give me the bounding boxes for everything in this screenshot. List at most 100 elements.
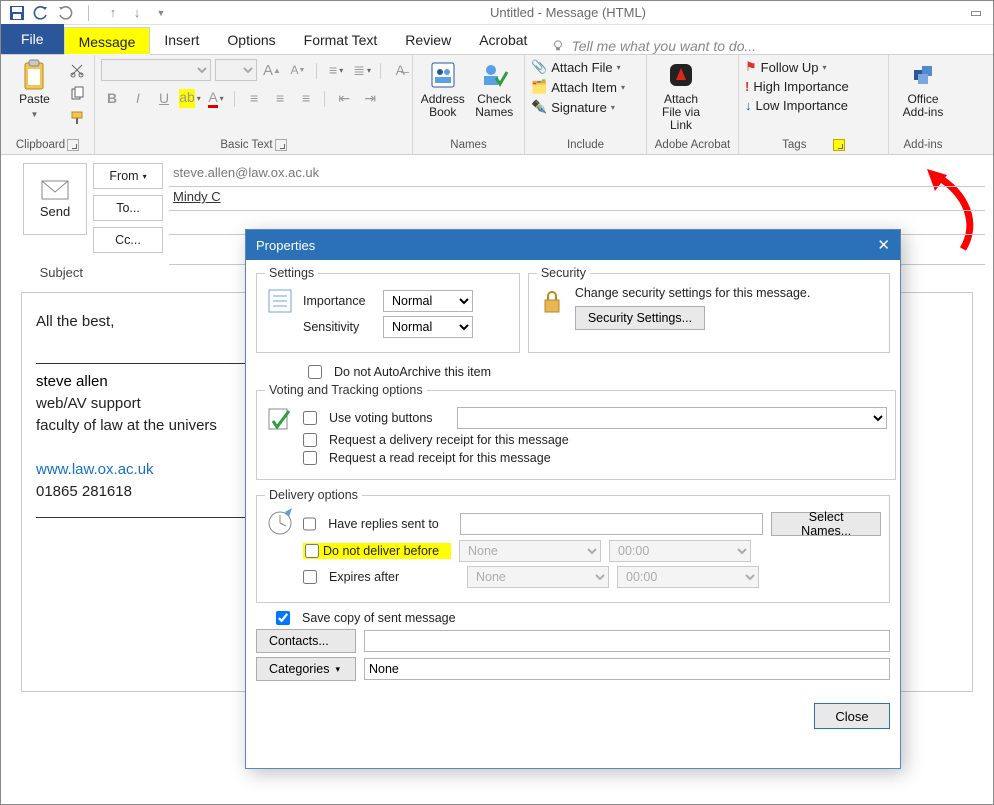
from-button[interactable]: From ▾ xyxy=(93,163,163,189)
clear-format-icon[interactable]: A̶ xyxy=(389,59,411,81)
security-legend: Security xyxy=(537,266,590,280)
tab-message[interactable]: Message xyxy=(64,27,151,55)
attach-via-link-label: Attach File via Link xyxy=(653,93,709,132)
office-addins-button[interactable]: Office Add-ins xyxy=(895,59,951,119)
low-importance-label: Low Importance xyxy=(756,98,849,113)
bullets-icon[interactable]: ≡ xyxy=(325,59,347,81)
names-group-label: Names xyxy=(419,138,518,152)
clock-icon xyxy=(265,508,295,538)
security-settings-button[interactable]: Security Settings... xyxy=(575,306,705,330)
highlight-icon[interactable]: ab xyxy=(179,87,201,109)
clipboard-dialog-launcher[interactable] xyxy=(67,139,79,151)
importance-label: Importance xyxy=(303,294,375,308)
decrease-indent-icon[interactable]: ⇤ xyxy=(333,87,355,109)
font-name-select[interactable] xyxy=(101,59,211,81)
align-left-icon[interactable]: ≡ xyxy=(243,87,265,109)
sig-url[interactable]: www.law.ox.ac.uk xyxy=(36,461,154,478)
voting-select[interactable] xyxy=(457,407,887,429)
window-help-icon[interactable]: ▭ xyxy=(964,2,988,24)
font-size-select[interactable] xyxy=(215,59,257,81)
signature-button[interactable]: ✒️Signature▾ xyxy=(531,99,615,115)
decrease-font-icon[interactable]: A▼ xyxy=(287,59,309,81)
adobe-icon xyxy=(665,59,697,91)
clipboard-group-label: Clipboard xyxy=(16,139,65,151)
select-names-button[interactable]: Select Names... xyxy=(771,512,881,536)
replies-checkbox[interactable] xyxy=(303,517,316,531)
cc-button[interactable]: Cc... xyxy=(93,227,163,253)
sensitivity-select[interactable]: Normal xyxy=(383,316,473,338)
tab-format-text[interactable]: Format Text xyxy=(290,26,392,54)
read-receipt-checkbox[interactable] xyxy=(303,451,317,465)
copy-icon[interactable] xyxy=(66,83,88,105)
send-label: Send xyxy=(40,204,70,219)
to-button[interactable]: To... xyxy=(93,195,163,221)
tell-me-search[interactable]: Tell me what you want to do... xyxy=(551,38,756,54)
italic-icon[interactable]: I xyxy=(127,87,149,109)
expires-checkbox[interactable] xyxy=(303,570,317,584)
tab-acrobat[interactable]: Acrobat xyxy=(465,26,541,54)
flag-icon: ⚑ xyxy=(745,59,757,75)
high-importance-button[interactable]: !High Importance xyxy=(745,79,849,94)
autoarchive-label: Do not AutoArchive this item xyxy=(334,365,491,379)
deliver-time-select[interactable]: 00:00 xyxy=(609,540,751,562)
align-center-icon[interactable]: ≡ xyxy=(269,87,291,109)
qat-customize-icon[interactable]: ▼ xyxy=(150,2,172,24)
to-field[interactable]: Mindy C xyxy=(169,187,985,211)
tab-file[interactable]: File xyxy=(1,24,64,54)
paste-button[interactable]: Paste ▼ xyxy=(7,59,62,121)
replies-label: Have replies sent to xyxy=(328,517,451,531)
bold-icon[interactable]: B xyxy=(101,87,123,109)
contacts-button[interactable]: Contacts... xyxy=(256,629,356,653)
basictext-group-label: Basic Text xyxy=(220,139,272,151)
contacts-input[interactable] xyxy=(364,630,890,652)
attach-item-button[interactable]: 🗂️Attach Item▾ xyxy=(531,79,625,95)
send-button[interactable]: Send xyxy=(23,163,87,235)
align-right-icon[interactable]: ≡ xyxy=(295,87,317,109)
address-book-button[interactable]: Address Book xyxy=(419,59,467,119)
save-copy-checkbox[interactable] xyxy=(276,611,290,625)
low-importance-button[interactable]: ↓Low Importance xyxy=(745,98,848,113)
importance-select[interactable]: Normal xyxy=(383,290,473,312)
autoarchive-checkbox[interactable] xyxy=(308,365,322,379)
categories-input[interactable] xyxy=(364,658,890,680)
numbering-icon[interactable]: ≣ xyxy=(351,59,373,81)
redo-icon[interactable] xyxy=(54,2,76,24)
increase-font-icon[interactable]: A▲ xyxy=(261,59,283,81)
next-icon[interactable]: ↓ xyxy=(126,2,148,24)
check-names-button[interactable]: Check Names xyxy=(471,59,519,119)
increase-indent-icon[interactable]: ⇥ xyxy=(359,87,381,109)
tab-review[interactable]: Review xyxy=(391,26,465,54)
tab-insert[interactable]: Insert xyxy=(150,26,213,54)
check-names-label: Check Names xyxy=(471,93,519,119)
close-button[interactable]: Close xyxy=(814,703,890,729)
prev-icon[interactable]: ↑ xyxy=(102,2,124,24)
replies-input[interactable] xyxy=(460,513,764,535)
attach-via-link-button[interactable]: Attach File via Link xyxy=(653,59,709,132)
expires-date-select[interactable]: None xyxy=(467,566,609,588)
do-not-deliver-checkbox[interactable] xyxy=(305,544,319,558)
voting-checkbox[interactable] xyxy=(303,411,317,425)
undo-icon[interactable] xyxy=(30,2,52,24)
format-painter-icon[interactable] xyxy=(66,107,88,129)
cut-icon[interactable] xyxy=(66,59,88,81)
item-icon: 🗂️ xyxy=(531,79,547,95)
addins-icon xyxy=(907,59,939,91)
attach-file-button[interactable]: 📎Attach File▾ xyxy=(531,59,621,75)
tags-dialog-launcher[interactable] xyxy=(833,139,845,151)
basictext-dialog-launcher[interactable] xyxy=(275,139,287,151)
expires-label: Expires after xyxy=(329,570,459,584)
deliver-date-select[interactable]: None xyxy=(459,540,601,562)
dialog-close-icon[interactable]: ✕ xyxy=(877,236,890,254)
underline-icon[interactable]: U xyxy=(153,87,175,109)
save-icon[interactable] xyxy=(6,2,28,24)
high-importance-label: High Importance xyxy=(753,79,848,94)
tab-options[interactable]: Options xyxy=(213,26,289,54)
delivery-receipt-checkbox[interactable] xyxy=(303,433,317,447)
expires-time-select[interactable]: 00:00 xyxy=(617,566,759,588)
paperclip-icon: 📎 xyxy=(531,59,547,75)
follow-up-label: Follow Up xyxy=(761,60,819,75)
categories-button[interactable]: Categories xyxy=(256,657,356,681)
follow-up-button[interactable]: ⚑Follow Up▾ xyxy=(745,59,826,75)
font-color-icon[interactable]: A xyxy=(205,87,227,109)
from-field[interactable]: steve.allen@law.ox.ac.uk xyxy=(169,163,985,187)
